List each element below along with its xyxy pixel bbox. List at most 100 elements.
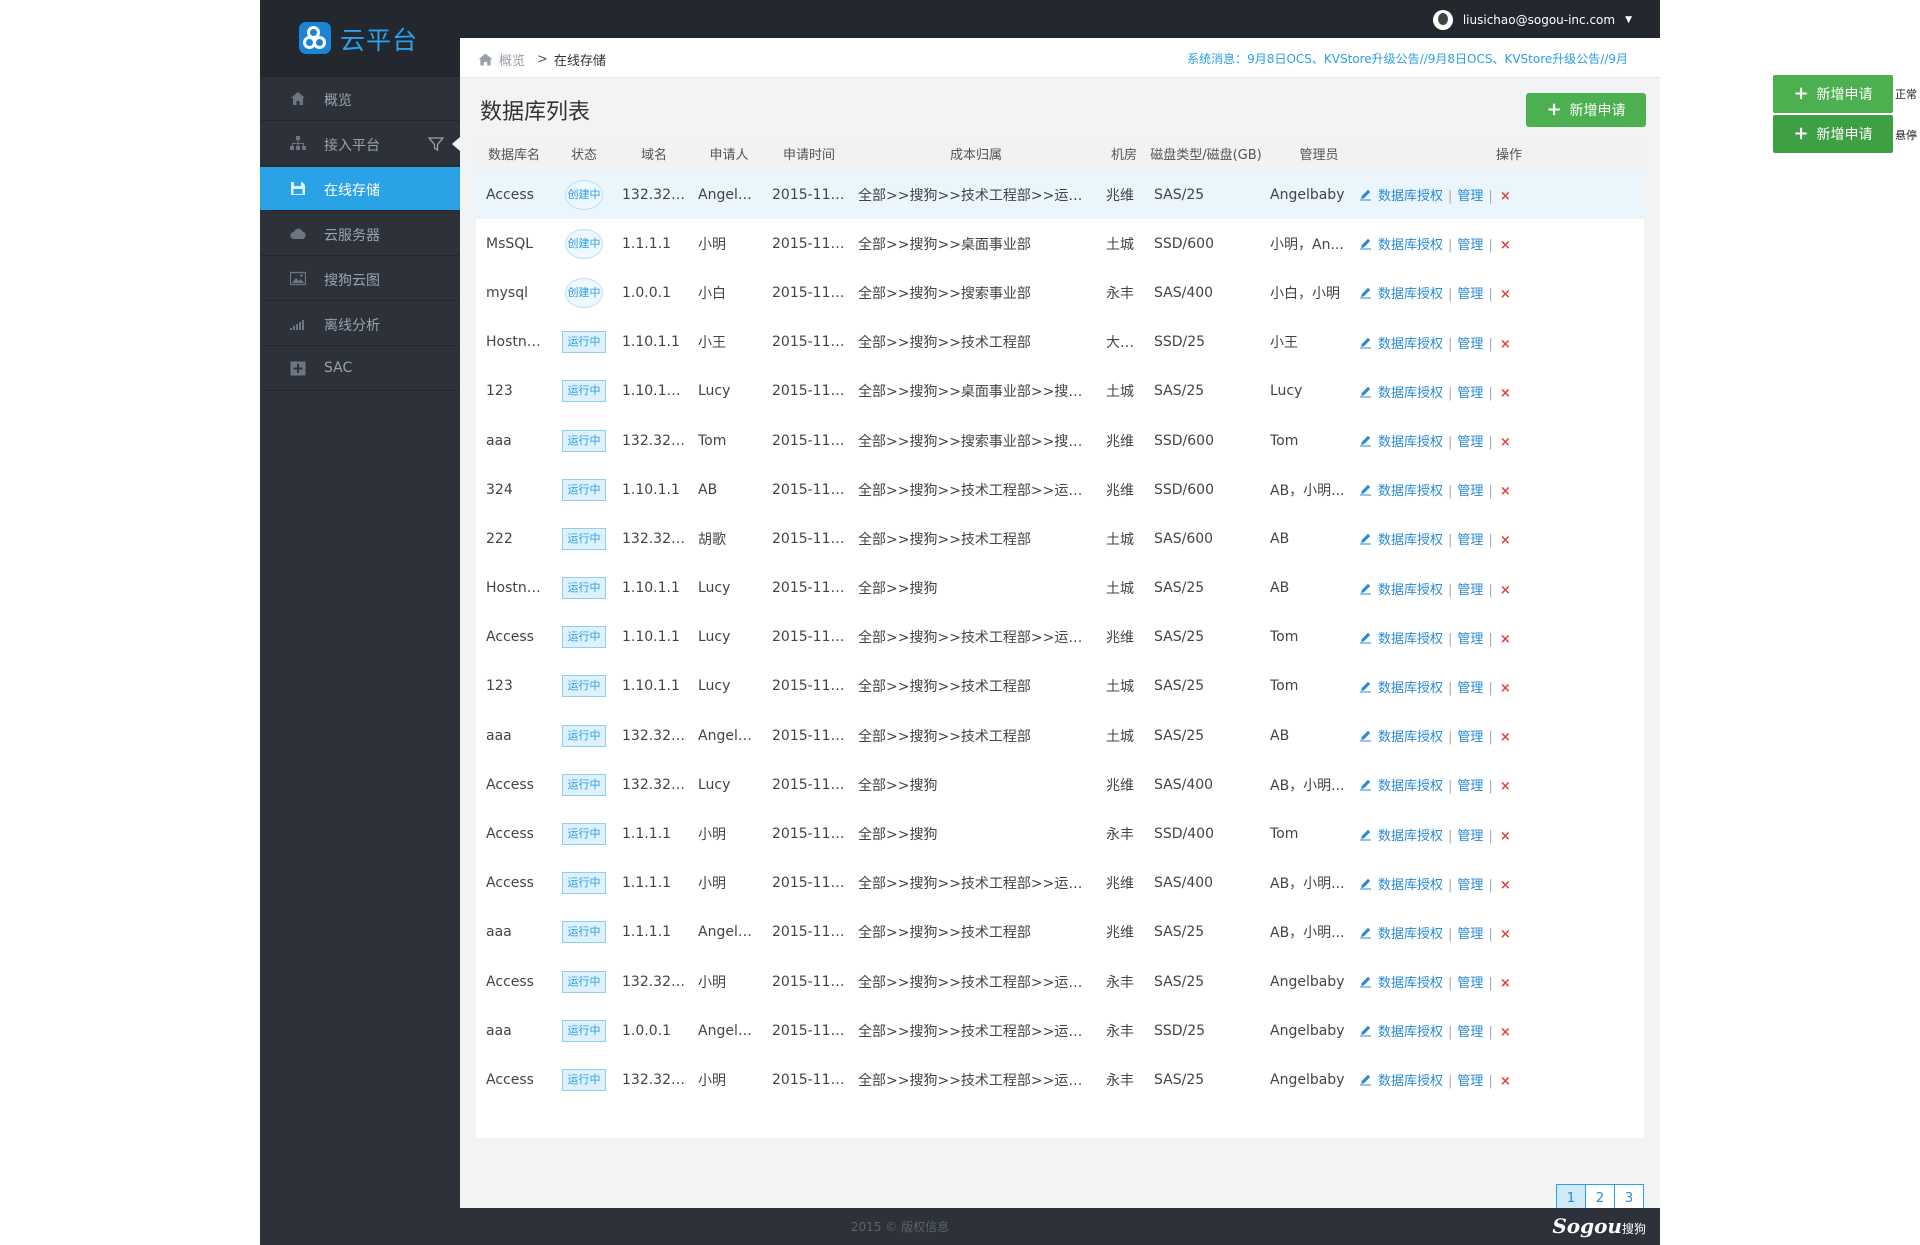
table-row[interactable]: aaa 运行中 1.1.1.1 Angelbaby 2015-11-05 全部>>搜狗>>… (476, 908, 1644, 957)
grant-db-link[interactable]: 数据库授权 (1378, 976, 1443, 991)
table-row[interactable]: Access创建中132.32.31.3Angelbaby2015-11-05全… (476, 170, 1644, 220)
edit-pencil-icon[interactable] (1359, 828, 1372, 841)
grant-db-link[interactable]: 数据库授权 (1378, 1025, 1443, 1040)
grant-db-link[interactable]: 数据库授权 (1378, 632, 1443, 647)
table-row[interactable]: aaa 运行中 132.32.31.3 Angelbaby 2015-11-05 全部>>… (476, 711, 1644, 760)
sidebar-item-cloud-server[interactable]: 云服务器 (260, 212, 460, 256)
sidebar-item-sac[interactable]: SAC (260, 347, 460, 391)
table-row[interactable]: Hostname 运行中 1.10.1.1 小王 2015-11-05 全部>>搜狗>>技… (476, 318, 1644, 367)
table-row[interactable]: aaa 运行中 132.32.31.3 Tom 2015-11-05 全部>>搜狗>>搜索… (476, 416, 1644, 465)
delete-icon[interactable]: × (1500, 681, 1511, 696)
table-row[interactable]: Access 运行中 132.32.31.3 小明 2015-11-05 全部>>搜狗>>… (476, 1055, 1644, 1104)
delete-icon[interactable]: × (1500, 484, 1511, 499)
manage-link[interactable]: 管理 (1457, 1074, 1483, 1089)
sidebar-item-sogou-cloud-image[interactable]: 搜狗云图 (260, 257, 460, 301)
delete-icon[interactable]: × (1500, 583, 1511, 598)
user-menu[interactable]: liusichao@sogou-inc.com ▼ (1432, 10, 1632, 30)
manage-link[interactable]: 管理 (1457, 632, 1483, 647)
grant-db-link[interactable]: 数据库授权 (1378, 386, 1443, 401)
grant-db-link[interactable]: 数据库授权 (1378, 730, 1443, 745)
table-row[interactable]: Access 运行中 1.10.1.1 Lucy 2015-11-05 全部>>搜狗>>技… (476, 613, 1644, 662)
edit-pencil-icon[interactable] (1359, 286, 1372, 299)
collapse-arrow-icon[interactable] (452, 137, 460, 151)
add-request-button[interactable]: + 新增申请 (1526, 93, 1646, 127)
grant-db-link[interactable]: 数据库授权 (1378, 1074, 1443, 1089)
edit-pencil-icon[interactable] (1359, 631, 1372, 644)
grant-db-link[interactable]: 数据库授权 (1378, 927, 1443, 942)
edit-pencil-icon[interactable] (1359, 336, 1372, 349)
delete-icon[interactable]: × (1500, 927, 1511, 942)
manage-link[interactable]: 管理 (1457, 779, 1483, 794)
sidebar-item-access-platform[interactable]: 接入平台 (260, 122, 460, 166)
delete-icon[interactable]: × (1500, 238, 1511, 253)
table-row[interactable]: 123 运行中 1.10.1.1 Lucy 2015-11-05 全部>>搜狗>>技术工程… (476, 662, 1644, 711)
manage-link[interactable]: 管理 (1457, 484, 1483, 499)
edit-pencil-icon[interactable] (1359, 1073, 1372, 1086)
table-row[interactable]: Access 运行中 132.32.31.3 小明 2015-11-05 全部>>搜狗>>… (476, 957, 1644, 1006)
edit-pencil-icon[interactable] (1359, 778, 1372, 791)
manage-link[interactable]: 管理 (1457, 730, 1483, 745)
delete-icon[interactable]: × (1500, 337, 1511, 352)
edit-pencil-icon[interactable] (1359, 237, 1372, 250)
manage-link[interactable]: 管理 (1457, 435, 1483, 450)
add-request-button-hover[interactable]: + 新增申请 (1773, 115, 1893, 153)
edit-pencil-icon[interactable] (1359, 434, 1372, 447)
delete-icon[interactable]: × (1500, 1025, 1511, 1040)
grant-db-link[interactable]: 数据库授权 (1378, 435, 1443, 450)
manage-link[interactable]: 管理 (1457, 681, 1483, 696)
grant-db-link[interactable]: 数据库授权 (1378, 681, 1443, 696)
delete-icon[interactable]: × (1500, 976, 1511, 991)
table-row[interactable]: Access 运行中 132.32.31.3 Lucy 2015-11-05 全部>>搜狗… (476, 760, 1644, 809)
delete-icon[interactable]: × (1500, 533, 1511, 548)
edit-pencil-icon[interactable] (1359, 729, 1372, 742)
table-row[interactable]: 222 运行中 132.32.31.3 胡歌 2015-11-05 全部>>搜狗>>技术工… (476, 514, 1644, 563)
delete-icon[interactable]: × (1500, 1074, 1511, 1089)
manage-link[interactable]: 管理 (1457, 583, 1483, 598)
edit-pencil-icon[interactable] (1359, 926, 1372, 939)
add-request-button-normal[interactable]: + 新增申请 (1773, 75, 1893, 113)
grant-db-link[interactable]: 数据库授权 (1378, 337, 1443, 352)
table-row[interactable]: Access 运行中 1.1.1.1 小明 2015-11-05 全部>>搜狗 永丰 SSD/… (476, 809, 1644, 858)
grant-db-link[interactable]: 数据库授权 (1378, 287, 1443, 302)
table-row[interactable]: 324 运行中 1.10.1.1 AB 2015-11-05 全部>>搜狗>>技术工程部>… (476, 465, 1644, 514)
edit-pencil-icon[interactable] (1359, 582, 1372, 595)
manage-link[interactable]: 管理 (1457, 238, 1483, 253)
grant-db-link[interactable]: 数据库授权 (1378, 484, 1443, 499)
manage-link[interactable]: 管理 (1457, 287, 1483, 302)
logo[interactable]: 云平台 (260, 0, 460, 77)
edit-pencil-icon[interactable] (1359, 483, 1372, 496)
edit-pencil-icon[interactable] (1359, 680, 1372, 693)
manage-link[interactable]: 管理 (1457, 927, 1483, 942)
manage-link[interactable]: 管理 (1457, 337, 1483, 352)
delete-icon[interactable]: × (1500, 829, 1511, 844)
filter-icon[interactable] (428, 136, 444, 152)
manage-link[interactable]: 管理 (1457, 189, 1483, 204)
delete-icon[interactable]: × (1500, 878, 1511, 893)
table-row[interactable]: 123 运行中 1.10.10.1 Lucy 2015-11-05 全部>>搜狗>>桌面事… (476, 367, 1644, 416)
sidebar-item-overview[interactable]: 概览 (260, 77, 460, 121)
table-row[interactable]: Access 运行中 1.1.1.1 小明 2015-11-05 全部>>搜狗>>技术工程… (476, 859, 1644, 908)
table-row[interactable]: MsSQL 创建中 1.1.1.1 小明 2015-11-05 全部>>搜狗>>桌面事业部… (476, 219, 1644, 268)
delete-icon[interactable]: × (1500, 730, 1511, 745)
grant-db-link[interactable]: 数据库授权 (1378, 829, 1443, 844)
grant-db-link[interactable]: 数据库授权 (1378, 779, 1443, 794)
table-row[interactable]: mysql 创建中 1.0.0.1 小白 2015-11-05 全部>>搜狗>>搜索事业部… (476, 268, 1644, 317)
grant-db-link[interactable]: 数据库授权 (1378, 238, 1443, 253)
delete-icon[interactable]: × (1500, 632, 1511, 647)
system-message[interactable]: 系统消息：9月8日OCS、KVStore升级公告//9月8日OCS、KVStor… (1187, 50, 1628, 67)
edit-pencil-icon[interactable] (1359, 385, 1372, 398)
delete-icon[interactable]: × (1500, 435, 1511, 450)
edit-pencil-icon[interactable] (1359, 188, 1372, 201)
edit-pencil-icon[interactable] (1359, 877, 1372, 890)
manage-link[interactable]: 管理 (1457, 878, 1483, 893)
delete-icon[interactable]: × (1500, 287, 1511, 302)
manage-link[interactable]: 管理 (1457, 386, 1483, 401)
edit-pencil-icon[interactable] (1359, 1024, 1372, 1037)
breadcrumb-home-link[interactable]: 概览 (499, 50, 525, 69)
table-row[interactable]: aaa 运行中 1.0.0.1 Angelbaby 2015-11-05 全部>>搜狗>>… (476, 1006, 1644, 1055)
grant-db-link[interactable]: 数据库授权 (1378, 878, 1443, 893)
grant-db-link[interactable]: 数据库授权 (1378, 533, 1443, 548)
manage-link[interactable]: 管理 (1457, 976, 1483, 991)
manage-link[interactable]: 管理 (1457, 829, 1483, 844)
edit-pencil-icon[interactable] (1359, 532, 1372, 545)
